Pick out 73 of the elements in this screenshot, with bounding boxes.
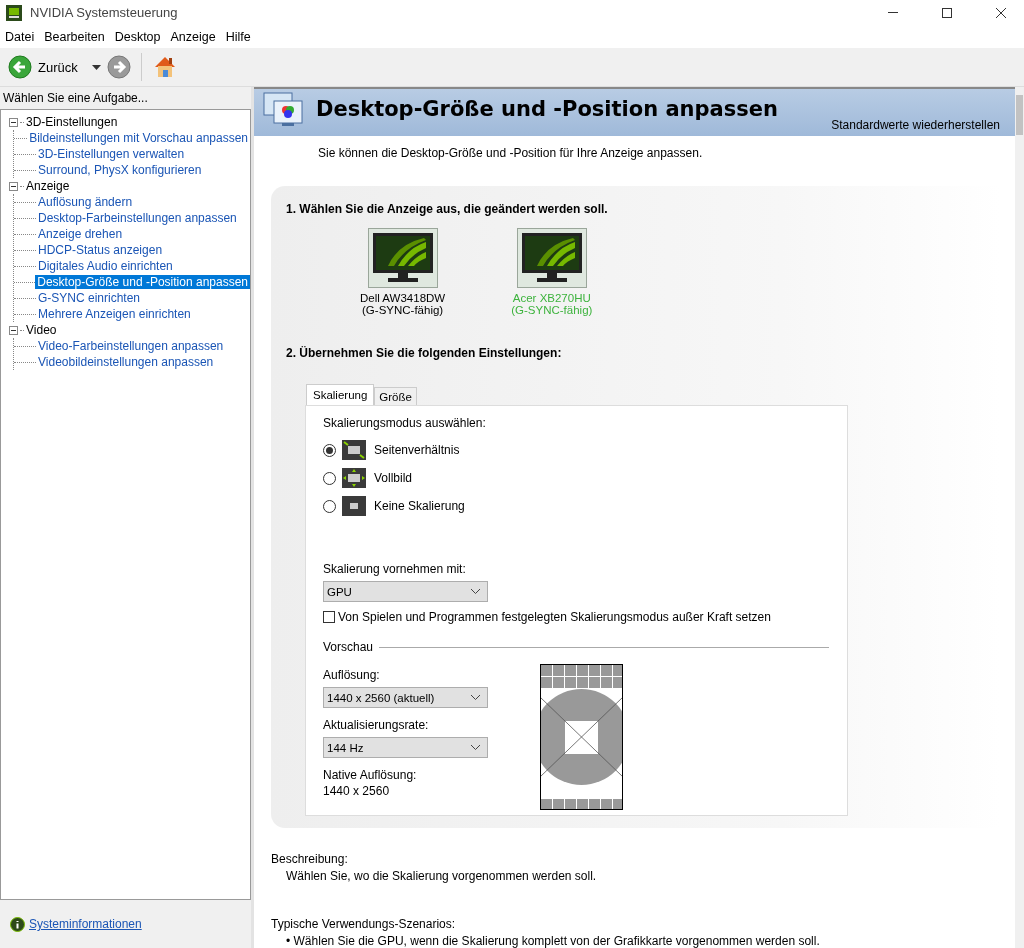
tree-item[interactable]: Video-Farbeinstellungen anpassen [36,339,226,353]
info-icon [10,916,25,932]
forward-icon[interactable] [106,55,131,79]
aspect-ratio-icon [342,440,366,460]
tree-item[interactable]: Anzeige drehen [36,227,125,241]
scroll-thumb[interactable] [1016,95,1023,135]
dropdown-caret-icon[interactable] [91,64,101,70]
field-value: 1440 x 2560 [323,784,391,798]
chevron-icon [470,694,481,701]
dropdown[interactable]: 144 Hz [323,737,488,758]
restore-defaults-link[interactable]: Standardwerte wiederherstellen [831,118,1000,132]
scenario-text: • Wählen Sie die GPU, wenn die Skalierung komplett von der Grafikkarte vorgenommen werden soll. [285,933,821,948]
step-heading: 1. Wählen Sie die Anzeige aus, die geändert werden soll. [286,202,609,216]
collapse-icon[interactable] [9,117,18,127]
radio-label[interactable]: Vollbild [374,471,413,485]
back-button[interactable]: Zurück [8,55,78,79]
field-label: Native Auflösung: [323,768,418,782]
radio-button[interactable] [323,443,336,457]
minimize-icon [888,12,898,13]
checkbox-label[interactable]: Von Spielen und Programmen festgelegten Skalierungsmodus außer Kraft setzen [338,610,771,624]
menu-item[interactable]: Hilfe [220,29,256,44]
section-label: Beschreibung: [271,852,349,866]
page-title: Desktop-Größe und -Position anpassen [316,97,779,121]
radio-label[interactable]: Seitenverhältnis [374,443,460,457]
field-label: Skalierungsmodus auswählen: [323,416,487,430]
radio-button[interactable] [323,499,336,513]
fullscreen-icon [342,468,366,488]
radio-button[interactable] [323,471,336,485]
monitors-icon [262,89,306,129]
maximize-icon [942,7,952,18]
tab[interactable]: Größe [374,387,417,405]
scrollbar[interactable] [1015,87,1024,948]
menu-item[interactable]: Datei [0,29,40,44]
step-heading: 2. Übernehmen Sie die folgenden Einstellungen: [286,346,563,360]
app-icon [6,4,22,21]
tree-item[interactable]: Bildeinstellungen mit Vorschau anpassen [27,131,250,145]
tab[interactable]: Skalierung [306,384,375,405]
window-title: NVIDIA Systemsteuerung [30,5,178,20]
field-label: Aktualisierungsrate: [323,718,430,732]
section-heading: Vorschau [323,640,374,654]
checkbox[interactable] [323,611,335,623]
tree-item[interactable]: HDCP-Status anzeigen [36,243,165,257]
tree-item[interactable]: Videobildeinstellungen anpassen [36,355,216,369]
collapse-icon[interactable] [9,181,18,191]
dropdown[interactable]: 1440 x 2560 (aktuell) [323,687,488,708]
field-label: Skalierung vornehmen mit: [323,562,467,576]
tree-item[interactable]: G-SYNC einrichten [36,291,143,305]
chevron-icon [470,588,481,595]
close-icon [996,7,1006,18]
tree-item[interactable]: Digitales Audio einrichten [36,259,175,273]
no-scaling-icon [342,496,366,516]
tree-item[interactable]: Surround, PhysX konfigurieren [36,163,204,177]
radio-label[interactable]: Keine Skalierung [374,499,465,513]
dropdown[interactable]: GPU [323,581,488,602]
tree-item[interactable]: 3D-Einstellungen verwalten [36,147,187,161]
section-label: Typische Verwendungs-Szenarios: [271,917,457,931]
description-text: Wählen Sie, wo die Skalierung vorgenommen werden soll. [285,868,598,883]
intro-text: Sie können die Desktop-Größe und -Position für Ihre Anzeige anpassen. [317,145,704,160]
tree-item[interactable]: Desktop-Farbeinstellungen anpassen [36,211,239,225]
tree-item[interactable]: Desktop-Größe und -Position anpassen [35,275,250,289]
system-info-link[interactable]: Systeminformationen [29,917,142,931]
menu-item[interactable]: Anzeige [165,29,221,44]
task-heading: Wählen Sie eine Aufgabe... [2,90,149,107]
menu-item[interactable]: Desktop [109,29,166,44]
chevron-icon [470,744,481,751]
tree-item[interactable]: Mehrere Anzeigen einrichten [36,307,193,321]
collapse-icon[interactable] [9,325,18,335]
field-label: Auflösung: [323,668,381,682]
menu-item[interactable]: Bearbeiten [39,29,110,44]
tree-item[interactable]: Auflösung ändern [36,195,135,209]
tree-category[interactable]: Video [26,323,57,337]
tree-category[interactable]: Anzeige [26,179,70,193]
tree-category[interactable]: 3D-Einstellungen [26,115,118,129]
